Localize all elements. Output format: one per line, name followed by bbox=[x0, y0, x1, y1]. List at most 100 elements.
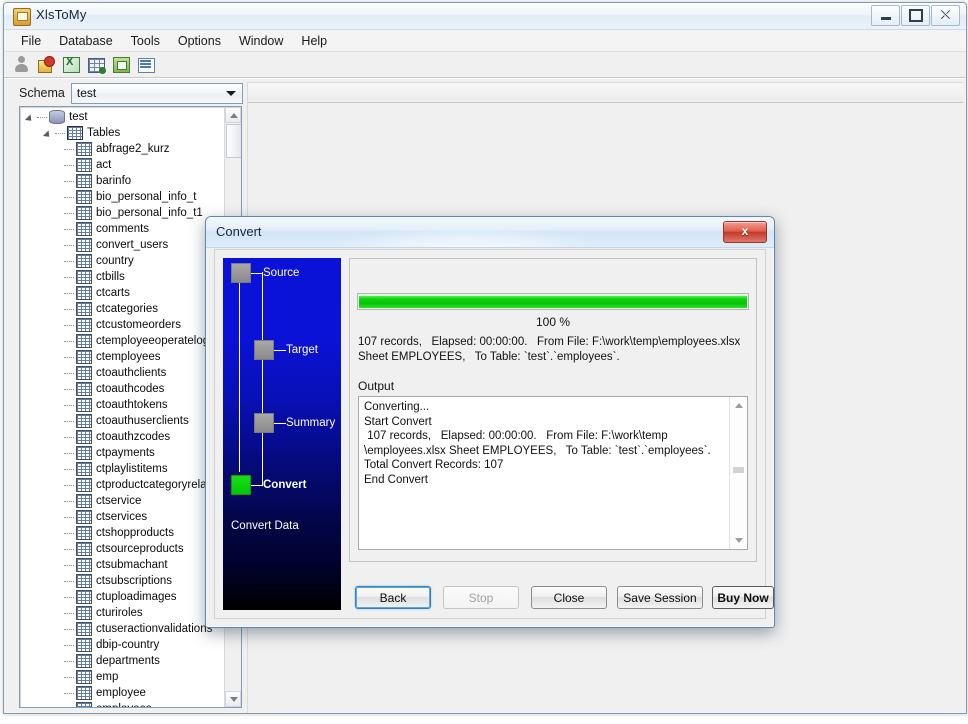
output-scrollbar[interactable] bbox=[729, 397, 747, 549]
tree-node-label: ctplaylistitems bbox=[96, 463, 168, 475]
tree-node-database[interactable]: test bbox=[20, 109, 225, 125]
tree-connector bbox=[64, 628, 74, 630]
tree-node-table[interactable]: ctuseractionvalidations bbox=[20, 621, 225, 637]
table-icon bbox=[76, 222, 92, 236]
schema-tree-content: test Tables abfrage2_kurz act barinfo bio_p… bbox=[20, 107, 225, 707]
tree-node-table[interactable]: ctoauthclients bbox=[20, 365, 225, 381]
tree-node-table[interactable]: ctshopproducts bbox=[20, 525, 225, 541]
tree-node-label: bio_personal_info_t1 bbox=[96, 207, 203, 219]
tree-connector bbox=[64, 420, 74, 422]
tree-node-table[interactable]: ctoauthzcodes bbox=[20, 429, 225, 445]
tree-node-table[interactable]: ctservices bbox=[20, 509, 225, 525]
tree-node-table[interactable]: comments bbox=[20, 221, 225, 237]
tree-node-table[interactable]: ctoauthtokens bbox=[20, 397, 225, 413]
tree-node-table[interactable]: abfrage2_kurz bbox=[20, 141, 225, 157]
tree-node-table[interactable]: ctuploadimages bbox=[20, 589, 225, 605]
table-grid-icon[interactable] bbox=[87, 56, 106, 74]
window-tile-icon[interactable] bbox=[112, 56, 130, 73]
tree-node-table[interactable]: ctoauthuserclients bbox=[20, 413, 225, 429]
tree-node-table[interactable]: employee bbox=[20, 685, 225, 701]
tree-node-table[interactable]: ctpayments bbox=[20, 445, 225, 461]
output-scrollbar-thumb[interactable] bbox=[733, 467, 744, 473]
lock-denied-icon[interactable] bbox=[37, 56, 55, 73]
tree-node-table[interactable]: ctproductcategoryrelati bbox=[20, 477, 225, 493]
wizard-step-source[interactable]: Source bbox=[231, 263, 299, 283]
tree-node-label: Tables bbox=[87, 127, 121, 139]
output-scroll-down-button[interactable] bbox=[730, 532, 747, 549]
tree-node-table[interactable]: ctemployees bbox=[20, 349, 225, 365]
tree-node-label: comments bbox=[96, 223, 150, 235]
table-icon bbox=[76, 190, 92, 204]
close-button[interactable]: ⛌ bbox=[931, 5, 960, 26]
minimize-button[interactable] bbox=[871, 5, 900, 26]
output-log-box[interactable]: Converting... Start Convert 107 records,… bbox=[358, 396, 748, 550]
close-button[interactable]: Close bbox=[531, 586, 607, 609]
save-session-button[interactable]: Save Session bbox=[617, 586, 703, 609]
back-button[interactable]: Back bbox=[355, 586, 431, 609]
tree-node-table[interactable]: country bbox=[20, 253, 225, 269]
tree-node-table[interactable]: ctsubmachant bbox=[20, 557, 225, 573]
tree-node-label: ctoauthzcodes bbox=[96, 431, 171, 443]
list-view-icon[interactable] bbox=[137, 56, 155, 73]
table-icon bbox=[76, 270, 92, 284]
tree-node-tables-group[interactable]: Tables bbox=[20, 125, 225, 141]
tree-node-table[interactable]: ctcarts bbox=[20, 285, 225, 301]
tree-node-table[interactable]: ctservice bbox=[20, 493, 225, 509]
tree-node-table[interactable]: ctsourceproducts bbox=[20, 541, 225, 557]
tree-node-table[interactable]: emp bbox=[20, 669, 225, 685]
scroll-down-button[interactable] bbox=[225, 691, 241, 707]
table-icon bbox=[76, 494, 92, 508]
tree-node-table[interactable]: ctplaylistitems bbox=[20, 461, 225, 477]
menu-item-help[interactable]: Help bbox=[292, 32, 336, 50]
progress-percent-label: 100 % bbox=[535, 315, 571, 329]
dialog-close-button[interactable]: x bbox=[723, 221, 767, 243]
menu-item-tools[interactable]: Tools bbox=[122, 32, 169, 50]
tree-node-table[interactable]: ctoauthcodes bbox=[20, 381, 225, 397]
tree-node-table[interactable]: dbip-country bbox=[20, 637, 225, 653]
tree-node-table[interactable]: barinfo bbox=[20, 173, 225, 189]
schema-combobox[interactable]: test bbox=[70, 82, 243, 104]
table-icon bbox=[76, 702, 92, 707]
tree-node-table[interactable]: ctcategories bbox=[20, 301, 225, 317]
tree-node-table[interactable]: ctcustomeorders bbox=[20, 317, 225, 333]
tree-node-label: cturiroles bbox=[96, 607, 143, 619]
tree-node-label: country bbox=[96, 255, 134, 267]
menu-item-database[interactable]: Database bbox=[50, 32, 122, 50]
wizard-step-convert[interactable]: Convert bbox=[231, 475, 306, 495]
maximize-button[interactable] bbox=[901, 5, 930, 26]
output-scroll-up-button[interactable] bbox=[730, 397, 747, 414]
expander-icon[interactable] bbox=[44, 129, 53, 138]
mdi-client-area: Schema test test Tables abfrage2_kurz ac… bbox=[4, 78, 966, 713]
table-icon bbox=[76, 206, 92, 220]
tree-node-label: ctoauthtokens bbox=[96, 399, 168, 411]
schema-label: Schema bbox=[19, 86, 65, 100]
expander-icon[interactable] bbox=[26, 113, 35, 122]
desktop-background: XlsToMy ⛌ File Database Tools Options Wi… bbox=[0, 0, 968, 724]
buy-now-button[interactable]: Buy Now bbox=[712, 586, 774, 609]
table-icon bbox=[76, 398, 92, 412]
table-icon bbox=[76, 462, 92, 476]
tree-node-table[interactable]: bio_personal_info_t bbox=[20, 189, 225, 205]
window-title: XlsToMy bbox=[36, 7, 87, 22]
menu-item-window[interactable]: Window bbox=[230, 32, 292, 50]
tree-node-table[interactable]: act bbox=[20, 157, 225, 173]
wizard-step-target[interactable]: Target bbox=[254, 340, 318, 360]
tree-node-table[interactable]: departments bbox=[20, 653, 225, 669]
excel-sheet-icon[interactable] bbox=[62, 56, 80, 73]
tree-node-label: ctoauthcodes bbox=[96, 383, 165, 395]
tree-node-table[interactable]: ctbills bbox=[20, 269, 225, 285]
user-icon[interactable] bbox=[12, 56, 30, 73]
menu-item-options[interactable]: Options bbox=[169, 32, 230, 50]
tree-node-label: emp bbox=[96, 671, 119, 683]
scroll-up-button[interactable] bbox=[225, 107, 241, 123]
tree-node-table[interactable]: bio_personal_info_t1 bbox=[20, 205, 225, 221]
menu-item-file[interactable]: File bbox=[12, 32, 50, 50]
scrollbar-thumb[interactable] bbox=[226, 124, 241, 158]
tree-node-table[interactable]: convert_users bbox=[20, 237, 225, 253]
tree-node-table[interactable]: employees bbox=[20, 701, 225, 707]
tree-node-table[interactable]: ctsubscriptions bbox=[20, 573, 225, 589]
wizard-step-summary[interactable]: Summary bbox=[254, 413, 335, 433]
step-rail-right bbox=[262, 272, 263, 485]
tree-node-table[interactable]: cturiroles bbox=[20, 605, 225, 621]
tree-node-table[interactable]: ctemployeeoperatelogs bbox=[20, 333, 225, 349]
